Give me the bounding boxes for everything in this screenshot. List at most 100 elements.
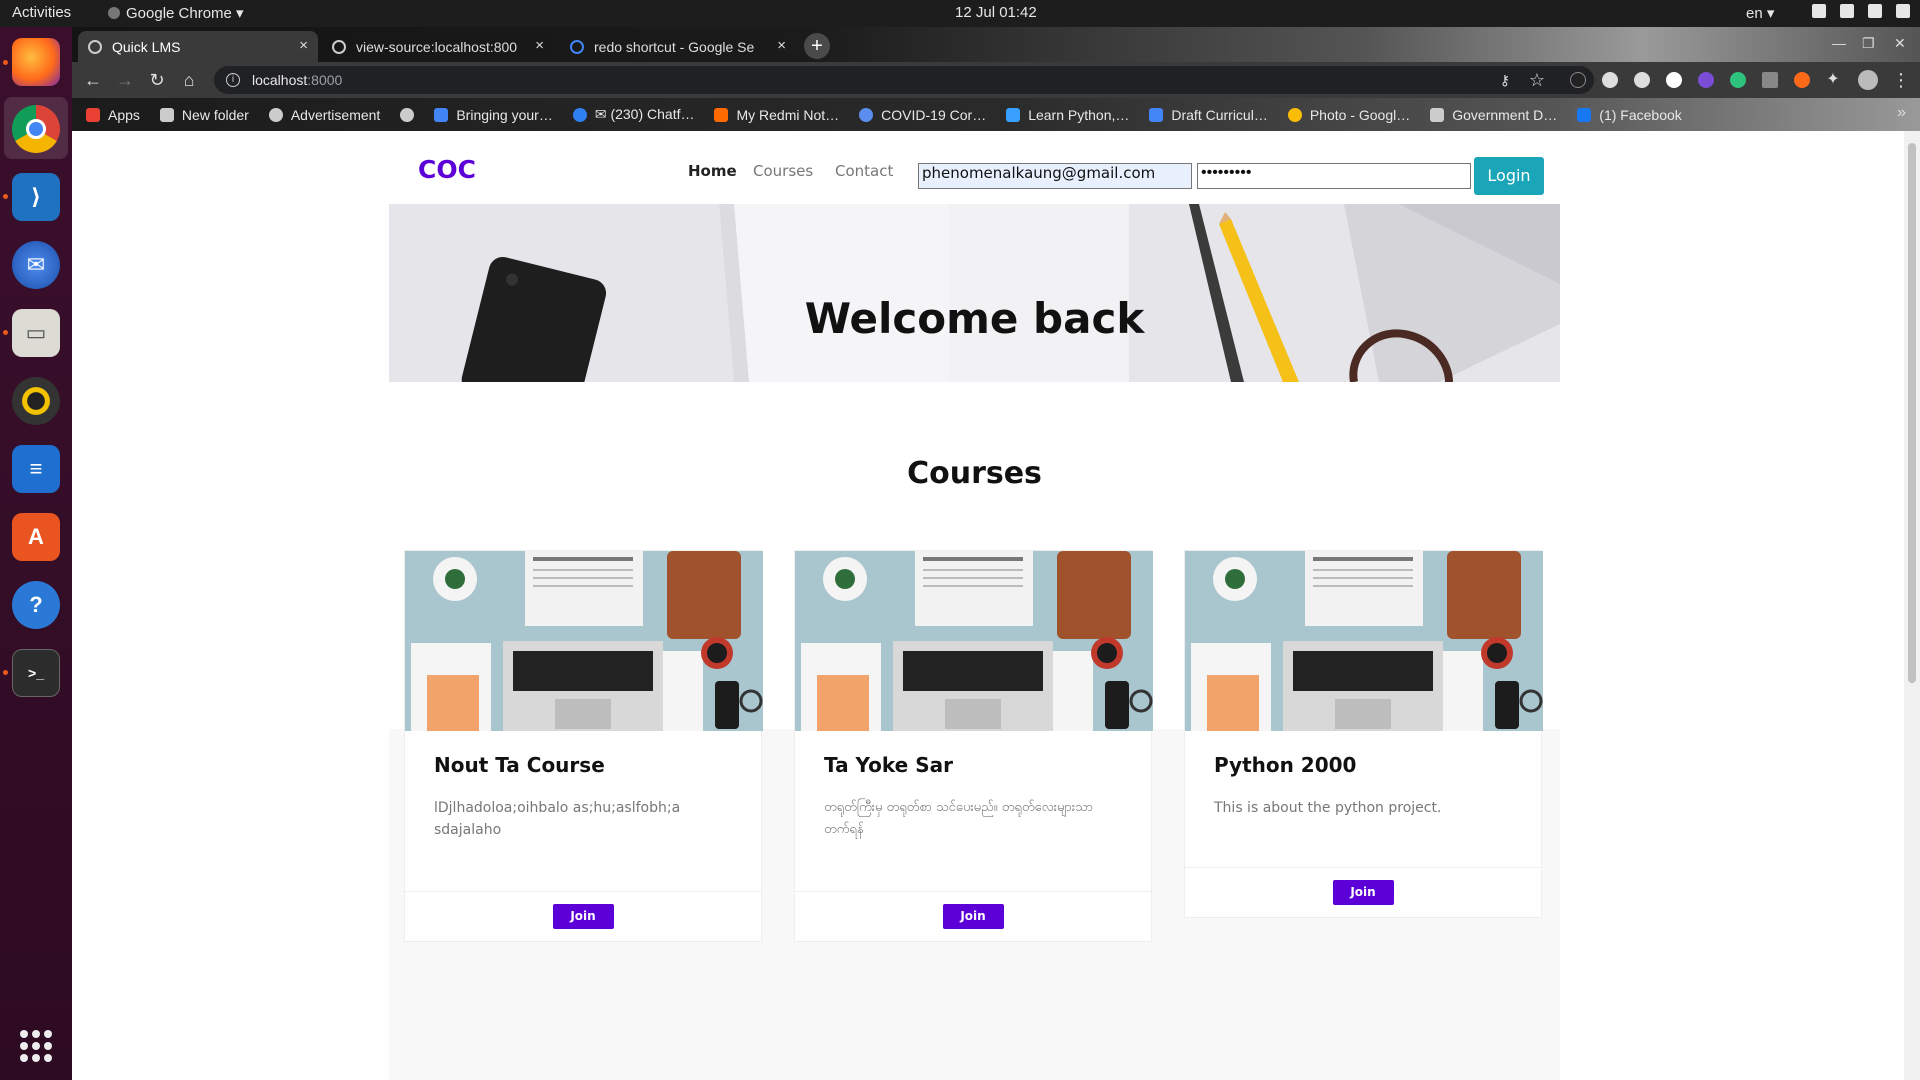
card-body: Python 2000 This is about the python pro…: [1185, 731, 1541, 867]
extension-icon[interactable]: [1794, 72, 1810, 88]
address-port: :8000: [307, 72, 343, 88]
bookmark-label: My Redmi Not…: [736, 106, 840, 123]
join-button[interactable]: Join: [552, 904, 614, 929]
browser-toolbar: ← → ↻ ⌂ i localhost:8000 ⚷ ☆ ✦ ⋮: [72, 62, 1920, 98]
bookmark-chatfuel[interactable]: ✉ (230) Chatf…: [572, 106, 695, 123]
nav-courses[interactable]: Courses: [753, 162, 813, 180]
extension-icon[interactable]: [1602, 72, 1618, 88]
thunderbird-icon[interactable]: ✉: [12, 241, 60, 289]
chrome-small-icon: [108, 7, 120, 19]
wifi-icon: [1812, 4, 1826, 18]
system-tray[interactable]: [1812, 4, 1910, 18]
terminal-icon[interactable]: >_: [12, 649, 60, 697]
nav-home[interactable]: Home: [688, 162, 737, 180]
maximize-icon[interactable]: ❐: [1862, 35, 1875, 52]
key-icon[interactable]: ⚷: [1494, 69, 1516, 91]
slides-icon: [434, 107, 449, 122]
home-icon[interactable]: ⌂: [178, 69, 200, 91]
email-field[interactable]: phenomenalkaung@gmail.com: [918, 163, 1192, 189]
bookmark-label: Draft Curricul…: [1171, 106, 1268, 123]
battery-icon: [1868, 4, 1882, 18]
new-tab-button[interactable]: +: [804, 33, 830, 59]
language-indicator[interactable]: en ▾: [1746, 4, 1774, 22]
close-icon[interactable]: ×: [299, 37, 308, 54]
forward-icon[interactable]: →: [114, 69, 136, 91]
menu-kebab-icon[interactable]: ⋮: [1890, 69, 1912, 91]
card-body: Ta Yoke Sar တရုတ်ကြီးမှ တရုတ်စာ သင်ပေးမည…: [795, 731, 1151, 891]
extension-icon[interactable]: [1762, 72, 1778, 88]
close-icon[interactable]: ×: [535, 37, 544, 54]
bookmark-label: Bringing your…: [456, 106, 553, 123]
activities-button[interactable]: Activities: [12, 4, 71, 21]
course-title: Nout Ta Course: [434, 753, 605, 777]
bookmark-google-photos[interactable]: Photo - Googl…: [1287, 107, 1410, 123]
bookmark-star-icon[interactable]: ☆: [1526, 69, 1548, 91]
nav-contact[interactable]: Contact: [835, 162, 893, 180]
extension-icon[interactable]: [1666, 72, 1682, 88]
scrollbar-thumb[interactable]: [1908, 143, 1916, 683]
bookmark-draft-curriculum[interactable]: Draft Curricul…: [1149, 106, 1268, 123]
bookmark-label: ✉ (230) Chatf…: [594, 106, 695, 122]
close-window-icon[interactable]: ✕: [1894, 35, 1906, 52]
extensions-puzzle-icon[interactable]: ✦: [1822, 69, 1844, 91]
join-button[interactable]: Join: [1332, 880, 1394, 905]
course-card: Ta Yoke Sar တရုတ်ကြီးမှ တရုတ်စာ သင်ပေးမည…: [794, 550, 1153, 942]
bookmark-learn-python[interactable]: Learn Python,…: [1006, 107, 1129, 123]
globe-icon: [332, 39, 346, 54]
profile-avatar[interactable]: [1858, 70, 1878, 90]
running-indicator: [3, 670, 8, 675]
ubuntu-dock: ⟩ ✉ ▭ ≡ A ? >_: [0, 27, 72, 1080]
bookmark-label: (1) Facebook: [1599, 106, 1682, 123]
course-description: lDjlhadoloa;oihbalo as;hu;aslfobh;a sdaj…: [434, 800, 681, 838]
bookmark-label: Government D…: [1452, 106, 1558, 123]
extension-icon[interactable]: [1570, 72, 1586, 88]
bookmark-government[interactable]: Government D…: [1430, 107, 1557, 123]
bookmark-redmi[interactable]: My Redmi Not…: [714, 107, 839, 123]
card-footer: Join: [795, 891, 1151, 941]
bookmark-apps[interactable]: Apps: [86, 107, 140, 123]
bookmark-covid[interactable]: COVID-19 Cor…: [859, 107, 986, 123]
course-image: [795, 551, 1153, 731]
rhythmbox-icon[interactable]: [12, 377, 60, 425]
tab-title: Quick LMS: [112, 38, 181, 55]
bookmark-bringing-your[interactable]: Bringing your…: [434, 107, 553, 123]
app-menu[interactable]: Google Chrome ▾: [108, 4, 244, 22]
login-button[interactable]: Login: [1474, 157, 1544, 195]
extension-icon[interactable]: [1730, 72, 1746, 88]
tab-view-source[interactable]: view-source:localhost:800 ×: [322, 31, 554, 62]
show-applications-icon[interactable]: [20, 1030, 52, 1062]
bookmark-advertisement[interactable]: Advertisement: [268, 107, 380, 123]
clock[interactable]: 12 Jul 01:42: [955, 4, 1037, 21]
bookmark-new-folder[interactable]: New folder: [159, 107, 249, 123]
course-description: This is about the python project.: [1214, 800, 1442, 816]
volume-icon: [1840, 4, 1854, 18]
extension-icon[interactable]: [1634, 72, 1650, 88]
globe-icon: [88, 39, 102, 54]
help-icon[interactable]: ?: [12, 581, 60, 629]
site-brand[interactable]: COC: [418, 155, 476, 184]
join-button[interactable]: Join: [942, 904, 1004, 929]
close-icon[interactable]: ×: [777, 37, 786, 54]
vscode-icon[interactable]: ⟩: [12, 173, 60, 221]
files-icon[interactable]: ▭: [12, 309, 60, 357]
address-bar[interactable]: i localhost:8000: [214, 66, 1594, 94]
tab-quick-lms[interactable]: Quick LMS ×: [78, 31, 318, 62]
chrome-icon[interactable]: [12, 105, 60, 153]
firefox-icon[interactable]: [12, 38, 60, 86]
tab-google-search[interactable]: redo shortcut - Google Se ×: [560, 31, 796, 62]
writer-icon[interactable]: ≡: [12, 445, 60, 493]
more-bookmarks-icon[interactable]: »: [1897, 104, 1906, 122]
back-icon[interactable]: ←: [82, 69, 104, 91]
page-scrollbar[interactable]: [1904, 131, 1920, 1080]
globe-icon: [268, 107, 283, 122]
extension-icon[interactable]: [1698, 72, 1714, 88]
minimize-icon[interactable]: —: [1832, 35, 1846, 51]
reload-icon[interactable]: ↻: [146, 69, 168, 91]
bookmark-globe[interactable]: [400, 107, 422, 122]
software-center-icon[interactable]: A: [12, 513, 60, 561]
site-info-icon[interactable]: i: [226, 73, 240, 87]
hero-background-image: [389, 204, 1560, 382]
password-field[interactable]: •••••••••: [1197, 163, 1471, 189]
bookmark-facebook[interactable]: (1) Facebook: [1577, 106, 1682, 123]
app-menu-label: Google Chrome ▾: [126, 5, 244, 22]
